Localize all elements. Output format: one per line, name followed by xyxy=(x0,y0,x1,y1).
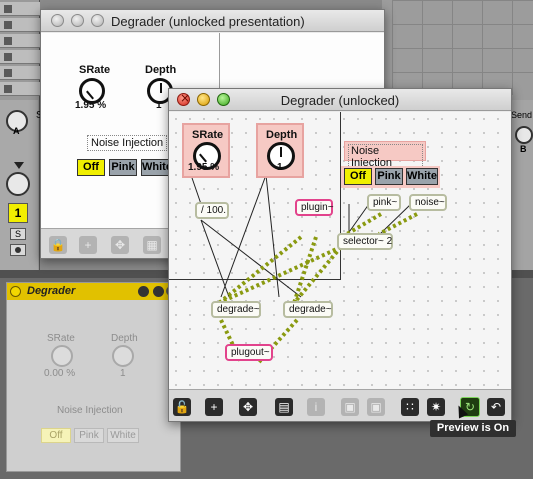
preview-tooltip: Preview is On xyxy=(430,420,516,437)
pink-object[interactable]: pink~ xyxy=(367,194,401,211)
pres-noise-off[interactable]: Off xyxy=(77,159,105,176)
hot-swap-icon[interactable] xyxy=(153,286,164,297)
bring-front-icon[interactable]: ▣ xyxy=(341,398,359,416)
lock-icon[interactable]: 🔒 xyxy=(49,236,67,254)
noise-tab-box: Off Pink White xyxy=(341,166,440,188)
pres-noise-label: Noise Injection xyxy=(87,135,168,151)
solo-button[interactable]: S xyxy=(10,228,26,240)
noise-off[interactable]: Off xyxy=(344,168,372,185)
track-row[interactable] xyxy=(0,66,40,80)
live-grid xyxy=(392,0,533,95)
new-object-icon[interactable]: + xyxy=(205,398,223,416)
pres-srate-value: 1.95 % xyxy=(75,100,107,111)
zoom-icon[interactable] xyxy=(91,14,104,27)
noise-object[interactable]: noise~ xyxy=(409,194,447,211)
move-icon[interactable]: ✥ xyxy=(239,398,257,416)
device-noise-white[interactable]: White xyxy=(107,428,139,443)
degrade-left-object[interactable]: degrade~ xyxy=(211,301,261,318)
device-srate-value: 0.00 % xyxy=(44,368,76,379)
track-row[interactable] xyxy=(0,34,40,48)
device-header: Degrader xyxy=(7,283,180,300)
pan-knob[interactable] xyxy=(6,172,30,196)
send-back-icon[interactable]: ▣ xyxy=(367,398,385,416)
undo-icon[interactable]: ↶ xyxy=(487,398,505,416)
noise-white[interactable]: White xyxy=(406,168,438,185)
inspector-icon[interactable]: i xyxy=(307,398,325,416)
depth-dial[interactable]: Depth 1 xyxy=(256,123,304,178)
pres-depth-label: Depth xyxy=(145,64,177,76)
track-row[interactable] xyxy=(0,50,40,64)
patcher-titlebar[interactable]: Degrader (unlocked) xyxy=(169,89,511,111)
patcher-window: Degrader (unlocked) xyxy=(168,88,512,422)
noise-pink[interactable]: Pink xyxy=(375,168,403,185)
srate-value: 1.95 % xyxy=(188,162,220,173)
grid-icon[interactable]: ▦ xyxy=(143,236,161,254)
track-activator[interactable]: 1 xyxy=(8,203,28,223)
srate-dial[interactable]: SRate 1.95 % xyxy=(182,123,230,178)
track-row[interactable] xyxy=(0,18,40,32)
presentation-titlebar[interactable]: Degrader (unlocked presentation) xyxy=(41,10,384,32)
srate-label: SRate xyxy=(192,129,224,141)
device-title: Degrader xyxy=(27,285,76,297)
arm-button[interactable] xyxy=(10,244,26,256)
track-row[interactable] xyxy=(0,82,40,96)
patcher-canvas[interactable]: SRate 1.95 % Depth 1 Noise Injection Off… xyxy=(169,112,511,389)
track-row[interactable] xyxy=(0,2,40,16)
new-object-icon[interactable]: + xyxy=(79,236,97,254)
device-depth-label: Depth xyxy=(111,333,138,344)
noise-label-box: Noise Injection xyxy=(344,141,426,170)
send-a-label: A xyxy=(13,126,20,136)
selector-object[interactable]: selector~ 2 xyxy=(337,233,393,250)
plugout-object[interactable]: plugout~ xyxy=(225,344,273,361)
device-noise-pink[interactable]: Pink xyxy=(74,428,104,443)
device-srate-knob[interactable] xyxy=(51,345,73,367)
divide-object[interactable]: / 100. xyxy=(195,202,229,219)
move-icon[interactable]: ✥ xyxy=(111,236,129,254)
device-depth-knob[interactable] xyxy=(112,345,134,367)
triangle-down-icon[interactable] xyxy=(14,162,24,169)
grid-icon[interactable]: ∷ xyxy=(401,398,419,416)
pres-noise-white[interactable]: White xyxy=(141,159,172,176)
device-noise-label: Noise Injection xyxy=(57,405,123,416)
degrade-right-object[interactable]: degrade~ xyxy=(283,301,333,318)
plugin-object[interactable]: plugin~ xyxy=(295,199,334,216)
lock-icon[interactable]: 🔓 xyxy=(173,398,191,416)
save-preset-icon[interactable] xyxy=(138,286,149,297)
presentation-title: Degrader (unlocked presentation) xyxy=(111,14,305,29)
device-noise-off[interactable]: Off xyxy=(41,428,71,443)
presentation-mode-icon[interactable]: ▤ xyxy=(275,398,293,416)
pres-depth-value: 1 xyxy=(156,100,162,111)
device-srate-label: SRate xyxy=(47,333,75,344)
minimize-icon[interactable] xyxy=(71,14,84,27)
sends-right-label: Send xyxy=(511,110,533,120)
degrader-device: Degrader SRate 0.00 % Depth 1 Noise Inje… xyxy=(6,282,181,472)
pres-srate-label: SRate xyxy=(79,64,111,76)
pres-noise-pink[interactable]: Pink xyxy=(109,159,137,176)
power-icon[interactable] xyxy=(10,286,21,297)
snap-icon[interactable]: ✷ xyxy=(427,398,445,416)
close-icon[interactable] xyxy=(51,14,64,27)
send-b-label: B xyxy=(520,144,527,154)
depth-value: 1 xyxy=(277,162,283,173)
device-depth-value: 1 xyxy=(120,368,126,379)
patcher-title: Degrader (unlocked) xyxy=(280,93,400,108)
send-b-knob[interactable] xyxy=(515,126,533,144)
depth-label: Depth xyxy=(266,129,298,141)
